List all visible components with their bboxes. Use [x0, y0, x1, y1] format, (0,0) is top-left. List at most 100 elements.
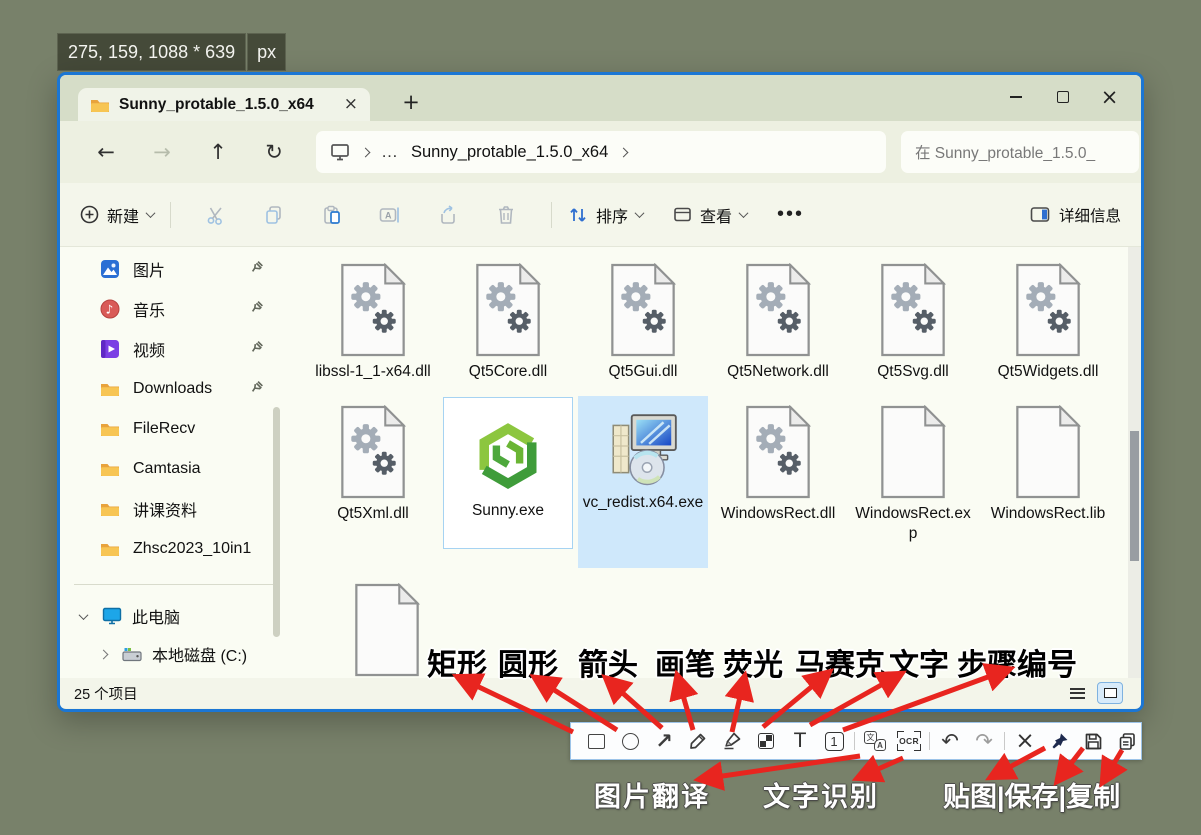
new-button[interactable]: 新建 [80, 203, 154, 227]
circle-tool-button[interactable] [613, 724, 647, 758]
file-tile[interactable]: Qt5Svg.dll [848, 253, 978, 382]
share-icon [438, 205, 458, 225]
music-icon: ♪ [100, 299, 120, 319]
view-button[interactable]: 查看 [673, 203, 747, 227]
folder-icon [100, 461, 120, 477]
sidebar-item-label: 本地磁盘 (C:) [152, 642, 247, 666]
sidebar-item-this-pc[interactable]: 此电脑 [60, 597, 292, 635]
rename-button[interactable]: A [361, 206, 419, 224]
dll-file-icon [340, 405, 406, 499]
plus-circle-icon [80, 205, 99, 224]
details-label: 详细信息 [1059, 204, 1121, 226]
circle-icon [622, 733, 639, 750]
chevron-down-icon[interactable] [78, 610, 88, 620]
file-tile-vc-redist[interactable]: vc_redist.x64.exe [578, 396, 708, 568]
capture-dimensions: 275, 159, 1088 * 639 [57, 33, 246, 71]
details-toggle-button[interactable]: 详细信息 [1030, 204, 1121, 226]
sort-button[interactable]: 排序 [568, 203, 643, 227]
new-tab-button[interactable]: + [396, 87, 426, 117]
sidebar-item-videos[interactable]: 视频 [60, 329, 292, 369]
cut-button[interactable] [187, 205, 245, 225]
sidebar-item-camtasia[interactable]: Camtasia [60, 449, 292, 489]
navigation-bar: ← → ↑ ↻ … Sunny_protable_1.5.0_x64 在 Sun… [60, 121, 1141, 183]
file-grid-scrollbar[interactable] [1128, 247, 1141, 678]
maximize-button[interactable] [1039, 79, 1086, 115]
brush-tool-button[interactable] [681, 724, 715, 758]
rectangle-tool-button[interactable] [579, 724, 613, 758]
sidebar-item-lecture-notes[interactable]: 讲课资料 [60, 489, 292, 529]
close-icon: × [1015, 730, 1034, 753]
undo-button[interactable]: ↶ [933, 724, 967, 758]
file-tile[interactable]: Qt5Network.dll [713, 253, 843, 382]
file-tile[interactable]: Qt5Gui.dll [578, 253, 708, 382]
arrow-tool-button[interactable]: ↗ [647, 724, 681, 758]
up-button[interactable]: ↑ [190, 140, 246, 164]
file-tile[interactable]: WindowsRect.dll [713, 395, 843, 524]
sidebar-item-music[interactable]: ♪ 音乐 [60, 289, 292, 329]
file-name: Sunny.exe [472, 501, 544, 521]
titlebar[interactable]: Sunny_protable_1.5.0_x64 × + × [60, 75, 1141, 121]
breadcrumb-path[interactable]: Sunny_protable_1.5.0_x64 [411, 143, 608, 162]
copy-button[interactable] [245, 205, 303, 225]
sidebar-item-local-disk-c[interactable]: 本地磁盘 (C:) [60, 635, 292, 673]
capture-unit: px [247, 33, 286, 71]
share-button[interactable] [419, 205, 477, 225]
address-bar[interactable]: … Sunny_protable_1.5.0_x64 [316, 131, 886, 173]
paste-button[interactable] [303, 205, 361, 225]
step-number-tool-button[interactable]: 1 [817, 724, 851, 758]
file-tile[interactable]: WindowsRect.lib [983, 395, 1113, 524]
sidebar-item-label: Camtasia [133, 460, 201, 478]
blank-file-icon [354, 583, 420, 677]
minimize-icon [1010, 96, 1022, 98]
file-tile-sunny-exe[interactable]: Sunny.exe [443, 397, 573, 549]
label-text: 文字 [889, 640, 949, 684]
file-tile[interactable]: Qt5Xml.dll [308, 395, 438, 524]
chevron-right-icon[interactable] [98, 649, 108, 659]
more-options-button[interactable]: ••• [777, 203, 804, 226]
save-image-button[interactable] [1076, 724, 1110, 758]
folder-icon [100, 541, 120, 557]
redo-button[interactable]: ↷ [967, 724, 1001, 758]
trash-icon [497, 205, 515, 225]
refresh-button[interactable]: ↻ [246, 140, 302, 164]
file-name: WindowsRect.lib [991, 504, 1106, 524]
label-pin-save-copy: 贴图|保存|复制 [943, 775, 1120, 814]
highlighter-icon [722, 731, 743, 751]
sidebar-item-pictures[interactable]: 图片 [60, 249, 292, 289]
svg-text:♪: ♪ [106, 303, 114, 317]
cancel-capture-button[interactable]: × [1008, 724, 1042, 758]
back-button[interactable]: ← [78, 140, 134, 164]
file-tile[interactable]: WindowsRect.exp [848, 395, 978, 544]
close-button[interactable]: × [1086, 79, 1133, 115]
sidebar-item-zhsc2023[interactable]: Zhsc2023_10in1 [60, 529, 292, 569]
file-tile[interactable]: Qt5Widgets.dll [983, 253, 1113, 382]
minimize-button[interactable] [992, 79, 1039, 115]
highlight-tool-button[interactable] [715, 724, 749, 758]
large-icons-view-button[interactable] [1097, 682, 1123, 704]
explorer-tab[interactable]: Sunny_protable_1.5.0_x64 × [78, 88, 370, 121]
sidebar-scrollbar[interactable] [273, 407, 280, 637]
file-tile[interactable]: Qt5Core.dll [443, 253, 573, 382]
screenshot-toolbar: ↗ T 1 文 A OCR ↶ ↷ × [570, 722, 1142, 760]
forward-button[interactable]: → [134, 140, 190, 164]
delete-button[interactable] [477, 205, 535, 225]
rename-icon: A [379, 206, 401, 224]
mosaic-icon [758, 733, 774, 749]
image-translate-button[interactable]: 文 A [858, 724, 892, 758]
copy-image-button[interactable] [1110, 724, 1144, 758]
file-tile[interactable]: libssl-1_1-x64.dll [308, 253, 438, 382]
scrollbar-thumb[interactable] [1130, 431, 1139, 561]
dll-file-icon [340, 263, 406, 357]
sidebar-item-filerecv[interactable]: FileRecv [60, 409, 292, 449]
text-tool-button[interactable]: T [783, 724, 817, 758]
breadcrumb-chevron-icon [619, 147, 629, 157]
sidebar-item-downloads[interactable]: Downloads [60, 369, 292, 409]
details-view-button[interactable] [1066, 684, 1089, 703]
mosaic-tool-button[interactable] [749, 724, 783, 758]
breadcrumb-ellipsis[interactable]: … [381, 142, 399, 162]
chevron-down-icon [635, 208, 645, 218]
tab-close-icon[interactable]: × [344, 96, 358, 113]
pin-image-button[interactable] [1042, 724, 1076, 758]
ocr-button[interactable]: OCR [892, 724, 926, 758]
search-input[interactable]: 在 Sunny_protable_1.5.0_ [901, 131, 1139, 173]
